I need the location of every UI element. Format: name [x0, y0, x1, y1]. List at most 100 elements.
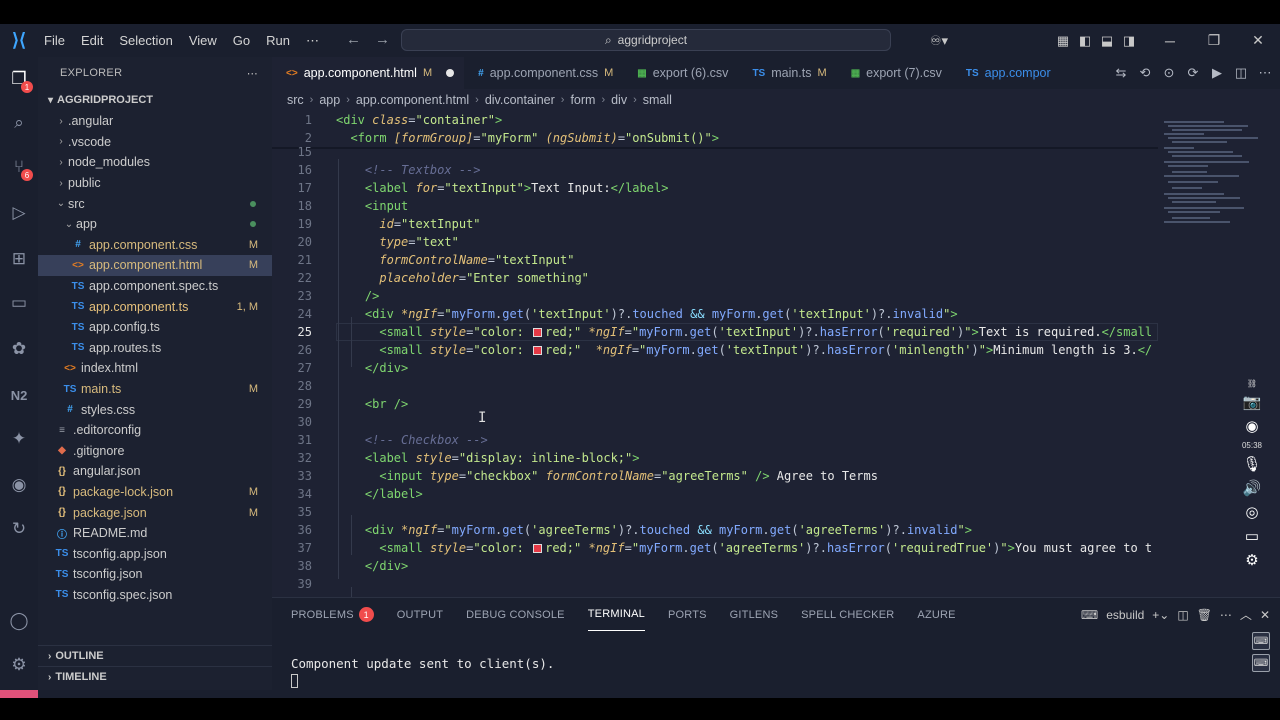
breadcrumb-item[interactable]: div.container: [485, 93, 555, 107]
menu-item-edit[interactable]: Edit: [73, 33, 111, 49]
camera-icon[interactable]: 📷: [1243, 392, 1262, 412]
menu-item-run[interactable]: Run: [258, 33, 298, 49]
nx-console-icon[interactable]: N2: [7, 383, 31, 407]
run-icon[interactable]: ▶: [1208, 65, 1226, 81]
new-terminal-icon[interactable]: +⌄: [1152, 608, 1169, 622]
compare-icon[interactable]: ⇆: [1112, 65, 1130, 81]
search-view-icon[interactable]: ⌕: [7, 111, 31, 135]
tree-item-package-json[interactable]: {} package.json M: [38, 502, 272, 523]
settings-icon[interactable]: ⚙: [1245, 550, 1258, 570]
minimize-button[interactable]: ─: [1148, 33, 1192, 49]
tree-item-angular[interactable]: › .angular: [38, 111, 272, 132]
outline-section[interactable]: › OUTLINE: [38, 645, 272, 666]
menu-item-view[interactable]: View: [181, 33, 225, 49]
back-arrow-icon[interactable]: ←: [346, 31, 361, 48]
run-debug-icon[interactable]: ▷: [7, 201, 31, 225]
account-icon[interactable]: ◯: [7, 609, 31, 633]
volume-icon[interactable]: 🔊: [1243, 478, 1262, 498]
tree-item-editorconfig[interactable]: ≡ .editorconfig: [38, 420, 272, 441]
tree-item-app-component-html[interactable]: <> app.component.html M: [38, 255, 272, 276]
more-actions-icon[interactable]: ⋯: [1256, 65, 1274, 81]
remote-indicator[interactable]: [0, 690, 38, 698]
link-icon[interactable]: ⛓: [1247, 378, 1257, 388]
settings-gear-icon[interactable]: ⚙: [7, 653, 31, 677]
tree-item-readme-md[interactable]: ⓘ README.md: [38, 523, 272, 544]
panel-tab-azure[interactable]: AZURE: [917, 598, 955, 631]
breadcrumb-item[interactable]: src: [287, 93, 304, 107]
panel-tab-spell-checker[interactable]: SPELL CHECKER: [801, 598, 894, 631]
tree-item-gitignore[interactable]: ◆ .gitignore: [38, 441, 272, 462]
breadcrumb-item[interactable]: app: [319, 93, 340, 107]
tree-item-app-component-css[interactable]: # app.component.css M: [38, 235, 272, 256]
tree-item-app-routes-ts[interactable]: TS app.routes.ts: [38, 338, 272, 359]
tree-item-tsconfig-app-json[interactable]: TS tsconfig.app.json: [38, 543, 272, 564]
breadcrumb-item[interactable]: small: [643, 93, 672, 107]
webcam-icon[interactable]: ◎: [1245, 502, 1258, 522]
tree-item-tsconfig-spec-json[interactable]: TS tsconfig.spec.json: [38, 585, 272, 606]
source-control-icon[interactable]: ⑂ 6: [7, 155, 33, 181]
restore-button[interactable]: ❐: [1192, 32, 1236, 49]
tree-item-app-component-spec-ts[interactable]: TS app.component.spec.ts: [38, 276, 272, 297]
unsaved-dot-icon[interactable]: [446, 69, 455, 77]
breadcrumb-item[interactable]: app.component.html: [356, 93, 469, 107]
tree-item-main-ts[interactable]: TS main.ts M: [38, 379, 272, 400]
command-center-search[interactable]: ⌕ aggridproject: [401, 29, 891, 51]
tree-item-index-html[interactable]: <> index.html: [38, 358, 272, 379]
tree-item-styles-css[interactable]: # styles.css: [38, 399, 272, 420]
close-window-button[interactable]: ✕: [1236, 32, 1280, 49]
tree-item-src[interactable]: ⌄ src: [38, 193, 272, 214]
tree-item-angular-json[interactable]: {} angular.json: [38, 461, 272, 482]
toggle-panel-icon[interactable]: ⬓: [1096, 33, 1118, 49]
menu-item-selection[interactable]: Selection: [111, 33, 180, 49]
tab-main-ts[interactable]: TS main.ts M: [738, 57, 836, 89]
menu-more-icon[interactable]: ⋯: [298, 33, 327, 49]
maximize-panel-icon[interactable]: ︿: [1240, 606, 1252, 623]
microphone-icon[interactable]: 🎙: [1242, 454, 1261, 474]
tab-export-6-csv[interactable]: ▦ export (6).csv: [623, 57, 738, 89]
timeline-dot-icon[interactable]: ⊙: [1160, 65, 1178, 81]
terminal-instance-icon[interactable]: ⌨: [1252, 632, 1270, 650]
panel-tab-ports[interactable]: PORTS: [668, 598, 707, 631]
go-forward-icon[interactable]: ⟳: [1184, 65, 1202, 81]
toggle-secondary-sidebar-icon[interactable]: ◨: [1118, 33, 1140, 49]
tree-item-app-component-ts[interactable]: TS app.component.ts 1, M: [38, 296, 272, 317]
kill-terminal-icon[interactable]: 🗑: [1197, 608, 1212, 622]
project-root[interactable]: ▾ AGGRIDPROJECT: [38, 89, 272, 111]
openai-icon[interactable]: ✿: [7, 337, 31, 361]
panel-tab-output[interactable]: OUTPUT: [397, 598, 443, 631]
panel-tab-problems[interactable]: PROBLEMS 1: [291, 598, 374, 631]
forward-arrow-icon[interactable]: →: [375, 31, 390, 48]
gemini-icon[interactable]: ✦: [7, 427, 31, 451]
explorer-icon[interactable]: ❐ 1: [7, 67, 33, 93]
extensions-icon[interactable]: ⊞: [7, 247, 31, 271]
terminal-instance-icon[interactable]: ⌨: [1252, 654, 1270, 672]
github-icon[interactable]: ◉: [7, 473, 31, 497]
menu-item-go[interactable]: Go: [225, 33, 258, 49]
go-back-icon[interactable]: ⟲: [1136, 65, 1154, 81]
tree-item-tsconfig-json[interactable]: TS tsconfig.json: [38, 564, 272, 585]
record-icon[interactable]: ◉: [1245, 416, 1258, 436]
split-terminal-icon[interactable]: ◫: [1177, 608, 1188, 622]
tree-item-app-config-ts[interactable]: TS app.config.ts: [38, 317, 272, 338]
customize-layout-icon[interactable]: ▦: [1052, 33, 1074, 49]
window-icon[interactable]: ▭: [1245, 526, 1259, 546]
explorer-more-icon[interactable]: ⋯: [247, 67, 258, 80]
code-editor[interactable]: 1 <div class="container"> 2 <form [formGro…: [272, 111, 1158, 649]
remote-explorer-icon[interactable]: ▭: [7, 291, 31, 315]
terminal-name[interactable]: esbuild: [1106, 608, 1144, 622]
tree-item-app[interactable]: ⌄ app: [38, 214, 272, 235]
copilot-icon[interactable]: ♾▾: [922, 33, 956, 49]
timeline-section[interactable]: › TIMELINE: [38, 666, 272, 687]
terminal-cursor[interactable]: [291, 674, 298, 688]
tree-item-public[interactable]: › public: [38, 173, 272, 194]
live-share-icon[interactable]: ↻: [7, 517, 31, 541]
panel-tab-gitlens[interactable]: GITLENS: [730, 598, 778, 631]
more-icon[interactable]: ⋯: [1220, 608, 1232, 622]
tab-export-7-csv[interactable]: ▦ export (7).csv: [837, 57, 952, 89]
breadcrumb-item[interactable]: form: [570, 93, 595, 107]
menu-item-file[interactable]: File: [36, 33, 73, 49]
tree-item-node-modules[interactable]: › node_modules: [38, 152, 272, 173]
tab-app-component-html[interactable]: <> app.component.html M: [272, 57, 465, 89]
toggle-sidebar-icon[interactable]: ◧: [1074, 33, 1096, 49]
tree-item-package-lock-json[interactable]: {} package-lock.json M: [38, 482, 272, 503]
